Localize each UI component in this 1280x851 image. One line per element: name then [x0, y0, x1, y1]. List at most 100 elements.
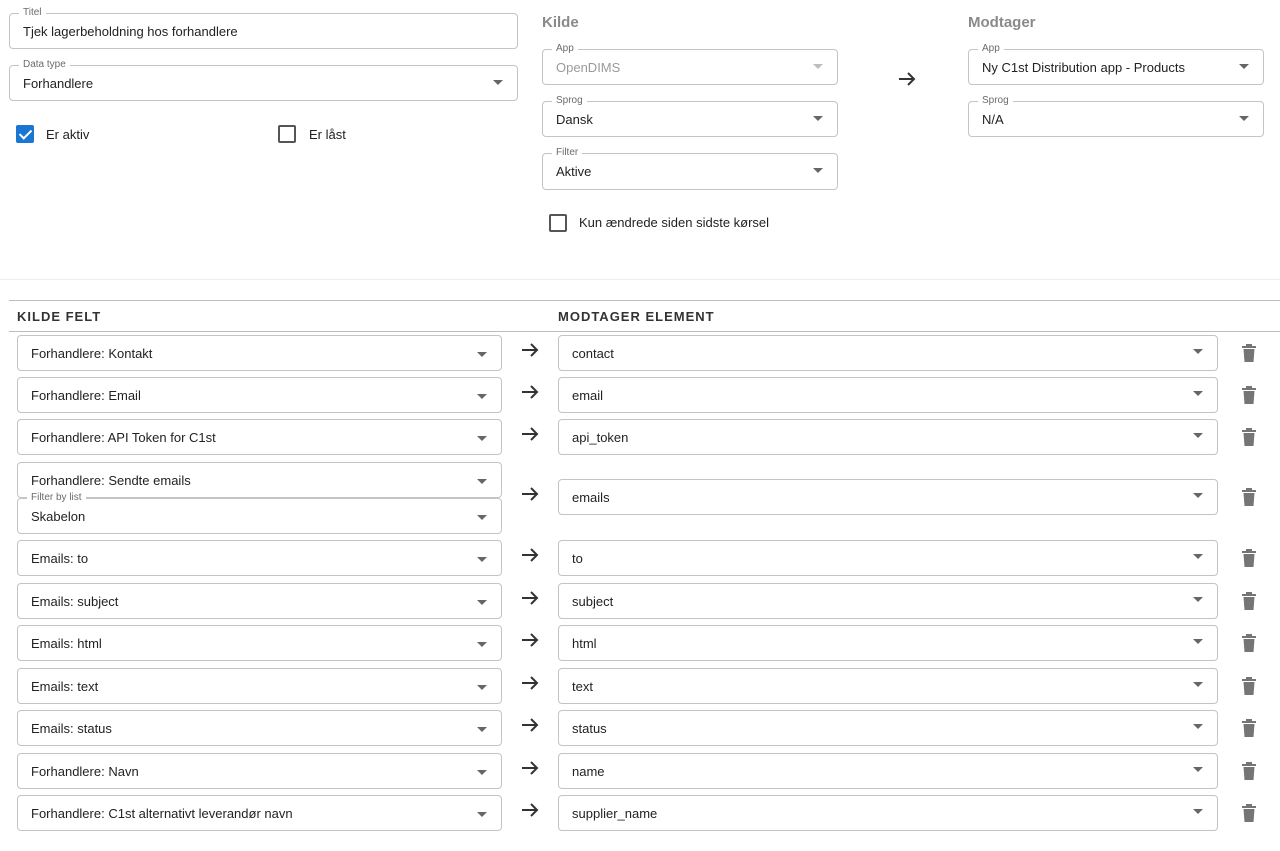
target-element-value: contact [572, 346, 614, 361]
receiver-lang-select[interactable]: Sprog N/A [968, 95, 1264, 137]
target-element-select[interactable]: text [558, 668, 1218, 704]
delete-icon[interactable] [1242, 719, 1256, 737]
source-field-select[interactable]: Emails: to [17, 540, 502, 576]
source-app-value: OpenDIMS [556, 60, 621, 75]
target-element-select[interactable]: emails [558, 479, 1218, 515]
target-element-value: supplier_name [572, 806, 658, 821]
chevron-down-icon [477, 557, 487, 562]
target-element-value: status [572, 721, 607, 736]
chevron-down-icon [493, 80, 503, 85]
locked-checkbox[interactable] [278, 125, 296, 143]
source-heading: Kilde [542, 14, 579, 31]
delete-icon[interactable] [1242, 804, 1256, 822]
target-element-select[interactable]: name [558, 753, 1218, 789]
source-field-value: Forhandlere: Kontakt [31, 346, 153, 361]
target-element-value: to [572, 551, 583, 566]
datatype-select[interactable]: Data type Forhandlere [9, 59, 518, 101]
receiver-app-select[interactable]: App Ny C1st Distribution app - Products [968, 43, 1264, 85]
arrow-right-icon [522, 633, 539, 647]
filter-by-list-value: Skabelon [31, 509, 86, 524]
source-field-select[interactable]: Forhandlere: Kontakt [17, 335, 502, 371]
changed-only-label: Kun ændrede siden sidste kørsel [579, 215, 770, 230]
source-field-select[interactable]: Emails: text [17, 668, 502, 704]
locked-label: Er låst [309, 127, 346, 142]
chevron-down-icon [1193, 767, 1203, 772]
source-field-header: KILDE FELT [17, 309, 102, 324]
chevron-down-icon [477, 479, 487, 484]
arrow-right-icon [522, 761, 539, 775]
target-element-value: text [572, 679, 593, 694]
target-element-select[interactable]: to [558, 540, 1218, 576]
table-top-divider [9, 300, 1280, 301]
source-field-value: Forhandlere: Navn [31, 764, 139, 779]
arrow-right-icon [899, 72, 916, 86]
source-field-select[interactable]: Forhandlere: API Token for C1st [17, 419, 502, 455]
target-element-select[interactable]: subject [558, 583, 1218, 619]
chevron-down-icon [813, 64, 823, 69]
target-element-value: email [572, 388, 604, 403]
chevron-down-icon [1193, 433, 1203, 438]
source-field-select[interactable]: Forhandlere: Email [17, 377, 502, 413]
source-field-select[interactable]: Emails: subject [17, 583, 502, 619]
chevron-down-icon [477, 727, 487, 732]
title-field[interactable]: Titel Tjek lagerbeholdning hos forhandle… [9, 7, 518, 49]
chevron-down-icon [477, 642, 487, 647]
filter-by-list-select[interactable]: Filter by list Skabelon [17, 492, 502, 534]
receiver-lang-value: N/A [982, 112, 1004, 127]
source-filter-select[interactable]: Filter Aktive [542, 147, 838, 190]
target-element-value: subject [572, 594, 614, 609]
chevron-down-icon [813, 116, 823, 121]
source-app-label: App [552, 43, 578, 55]
arrow-right-icon [522, 803, 539, 817]
arrow-right-icon [522, 718, 539, 732]
active-checkbox[interactable] [16, 125, 34, 143]
delete-icon[interactable] [1242, 386, 1256, 404]
chevron-down-icon [1193, 639, 1203, 644]
chevron-down-icon [1193, 724, 1203, 729]
changed-only-checkbox[interactable] [549, 214, 567, 232]
delete-icon[interactable] [1242, 762, 1256, 780]
target-element-select[interactable]: api_token [558, 419, 1218, 455]
datatype-label: Data type [19, 59, 70, 71]
source-lang-value: Dansk [556, 112, 593, 127]
chevron-down-icon [813, 168, 823, 173]
source-field-select[interactable]: Forhandlere: Navn [17, 753, 502, 789]
delete-icon[interactable] [1242, 549, 1256, 567]
arrow-right-icon [522, 676, 539, 690]
arrow-right-icon [522, 343, 539, 357]
chevron-down-icon [1193, 493, 1203, 498]
receiver-heading: Modtager [968, 14, 1036, 31]
title-label: Titel [19, 7, 46, 19]
target-element-select[interactable]: supplier_name [558, 795, 1218, 831]
source-field-select[interactable]: Emails: html [17, 625, 502, 661]
target-element-value: html [572, 636, 597, 651]
delete-icon[interactable] [1242, 344, 1256, 362]
delete-icon[interactable] [1242, 634, 1256, 652]
chevron-down-icon [477, 352, 487, 357]
target-element-select[interactable]: status [558, 710, 1218, 746]
source-field-value: Emails: subject [31, 594, 119, 609]
arrow-right-icon [522, 591, 539, 605]
chevron-down-icon [1239, 64, 1249, 69]
delete-icon[interactable] [1242, 592, 1256, 610]
source-field-value: Forhandlere: Sendte emails [31, 473, 191, 488]
source-lang-select[interactable]: Sprog Dansk [542, 95, 838, 137]
chevron-down-icon [477, 436, 487, 441]
source-field-select[interactable]: Forhandlere: C1st alternativt leverandør… [17, 795, 502, 831]
receiver-app-label: App [978, 43, 1004, 55]
delete-icon[interactable] [1242, 677, 1256, 695]
delete-icon[interactable] [1242, 428, 1256, 446]
target-element-value: emails [572, 490, 610, 505]
target-element-select[interactable]: html [558, 625, 1218, 661]
section-divider [0, 279, 1280, 280]
datatype-value: Forhandlere [23, 76, 94, 91]
delete-icon[interactable] [1242, 488, 1256, 506]
arrow-right-icon [522, 487, 539, 501]
target-element-select[interactable]: contact [558, 335, 1218, 371]
source-field-select[interactable]: Forhandlere: Sendte emails [17, 462, 502, 498]
table-header-divider [9, 331, 1280, 332]
source-field-select[interactable]: Emails: status [17, 710, 502, 746]
arrow-right-icon [522, 548, 539, 562]
source-field-value: Emails: text [31, 679, 99, 694]
target-element-select[interactable]: email [558, 377, 1218, 413]
